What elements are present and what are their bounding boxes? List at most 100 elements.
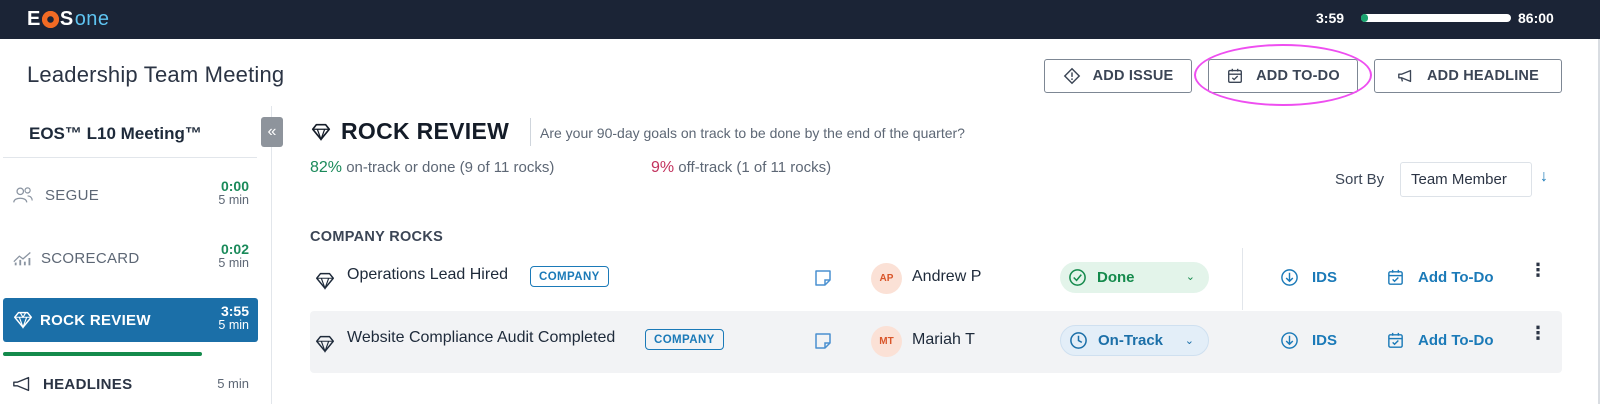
add-headline-label: ADD HEADLINE (1427, 68, 1539, 84)
row-divider (1242, 248, 1243, 310)
rock-title[interactable]: Operations Lead Hired (347, 266, 508, 284)
check-circle-icon (1069, 269, 1086, 286)
status-dropdown[interactable]: On-Track ⌄ (1060, 325, 1209, 356)
diamond-icon (316, 272, 334, 290)
diamond-icon (316, 335, 334, 353)
calendar-check-icon (1388, 332, 1403, 348)
rock-owner: Andrew P (912, 268, 982, 285)
rock-row[interactable]: Website Compliance Audit Completed COMPA… (310, 311, 1562, 373)
agenda-item-segue[interactable]: SEGUE 0:00 5 min (3, 173, 258, 217)
status-label: On-Track (1098, 332, 1164, 349)
chevron-down-icon: ⌄ (1185, 271, 1195, 283)
gear-logo-icon (41, 10, 59, 28)
add-todo-label: ADD TO-DO (1256, 68, 1340, 84)
agenda-item-duration: 5 min (218, 256, 249, 270)
timer-total: 86:00 (1518, 10, 1554, 26)
collapse-sidebar-button[interactable]: « (261, 117, 283, 147)
ids-button[interactable]: IDS (1280, 331, 1337, 350)
company-badge: COMPANY (645, 329, 724, 350)
sort-by-label: Sort By (1335, 171, 1385, 188)
add-issue-button[interactable]: ADD ISSUE (1044, 59, 1192, 93)
status-dropdown[interactable]: Done ⌄ (1060, 262, 1209, 293)
add-issue-label: ADD ISSUE (1092, 68, 1174, 84)
diamond-icon (14, 311, 32, 329)
clock-icon (1070, 332, 1087, 349)
eos-one-logo[interactable]: E Sone (27, 8, 110, 30)
agenda-item-label: ROCK REVIEW (40, 311, 151, 329)
more-options-icon[interactable]: ⋮ (1529, 261, 1547, 290)
agenda-item-rock-review[interactable]: ROCK REVIEW 3:55 5 min (3, 298, 258, 342)
chevron-down-icon: ⌄ (1184, 335, 1194, 347)
agenda-item-label: HEADLINES (43, 375, 133, 393)
meeting-title: Leadership Team Meeting (27, 62, 285, 87)
section-title: ROCK REVIEW (341, 118, 510, 144)
on-track-text: on-track or done (9 of 11 rocks) (342, 159, 555, 176)
sort-by-select[interactable]: Team Member (1400, 162, 1532, 197)
add-todo-link[interactable]: Add To-Do (1386, 268, 1494, 287)
megaphone-icon (13, 376, 30, 392)
rock-row[interactable]: Operations Lead Hired COMPANY AP Andrew … (310, 248, 1562, 310)
diamond-icon (311, 123, 331, 142)
agenda-item-label: SEGUE (45, 186, 100, 204)
agenda-item-time: 0:00 (220, 178, 249, 194)
top-bar: E Sone 3:59 86:00 (0, 0, 1600, 39)
arrow-down-circle-icon (1281, 269, 1298, 286)
add-todo-link[interactable]: Add To-Do (1386, 331, 1494, 350)
double-chevron-left-icon: « (267, 123, 277, 140)
vertical-dots-icon: ⋮ (1529, 260, 1547, 280)
add-todo-link-label: Add To-Do (1418, 332, 1494, 349)
agenda-item-scorecard[interactable]: SCORECARD 0:02 5 min (3, 236, 258, 280)
agenda-sidebar: EOS™ L10 Meeting™ SEGUE 0:00 5 min SCORE… (0, 106, 272, 404)
group-title: COMPANY ROCKS (310, 229, 444, 245)
arrow-down-circle-icon (1281, 332, 1298, 349)
calendar-check-icon (1388, 269, 1403, 285)
agenda-item-progress-bar (3, 352, 202, 356)
status-label: Done (1097, 269, 1135, 286)
vertical-dots-icon: ⋮ (1529, 323, 1547, 343)
timer-progress-bar (1361, 14, 1511, 22)
app-root: E Sone 3:59 86:00 Leadership Team Meeting… (0, 0, 1600, 404)
agenda-divider (3, 157, 257, 158)
agenda-item-headlines[interactable]: HEADLINES 5 min (3, 362, 258, 404)
more-options-icon[interactable]: ⋮ (1529, 324, 1547, 353)
agenda-item-time: 0:02 (220, 241, 249, 257)
megaphone-icon (1398, 69, 1412, 83)
agenda-item-time: 3:55 (220, 303, 249, 319)
note-icon[interactable] (813, 268, 833, 288)
logo-letter-s: S (59, 7, 74, 30)
people-icon (13, 187, 33, 203)
logo-letter-e: E (27, 7, 41, 30)
off-track-stat: 9% off-track (1 of 11 rocks) (651, 159, 831, 177)
agenda-item-label: SCORECARD (41, 249, 140, 267)
logo-one-text: one (74, 7, 110, 30)
note-icon[interactable] (813, 331, 833, 351)
avatar: MT (871, 326, 902, 357)
agenda-title: EOS™ L10 Meeting™ (29, 124, 202, 143)
company-badge: COMPANY (530, 266, 609, 287)
add-headline-button[interactable]: ADD HEADLINE (1374, 59, 1562, 93)
title-divider (530, 118, 531, 146)
agenda-item-duration: 5 min (218, 193, 249, 207)
chart-icon (13, 252, 31, 266)
rock-owner: Mariah T (912, 331, 975, 348)
sort-direction-arrow-icon[interactable]: ↓ (1540, 168, 1548, 186)
timer-elapsed: 3:59 (1316, 10, 1345, 26)
add-todo-button[interactable]: ADD TO-DO (1208, 59, 1358, 93)
sort-by-value: Team Member (1411, 171, 1507, 188)
ids-label: IDS (1312, 332, 1338, 349)
calendar-check-icon (1228, 68, 1243, 83)
timer-progress-fill (1361, 14, 1368, 22)
avatar: AP (871, 263, 902, 294)
ids-label: IDS (1312, 269, 1338, 286)
issue-diamond-icon (1063, 67, 1080, 85)
add-todo-link-label: Add To-Do (1418, 269, 1494, 286)
off-track-percent: 9% (651, 159, 675, 176)
rock-title[interactable]: Website Compliance Audit Completed (347, 329, 615, 347)
ids-button[interactable]: IDS (1280, 268, 1337, 287)
on-track-stat: 82% on-track or done (9 of 11 rocks) (310, 159, 554, 177)
on-track-percent: 82% (310, 159, 343, 176)
agenda-item-duration: 5 min (218, 318, 249, 332)
section-subtitle: Are your 90-day goals on track to be don… (540, 125, 965, 141)
off-track-text: off-track (1 of 11 rocks) (674, 159, 832, 176)
agenda-item-duration: 5 min (217, 376, 249, 391)
